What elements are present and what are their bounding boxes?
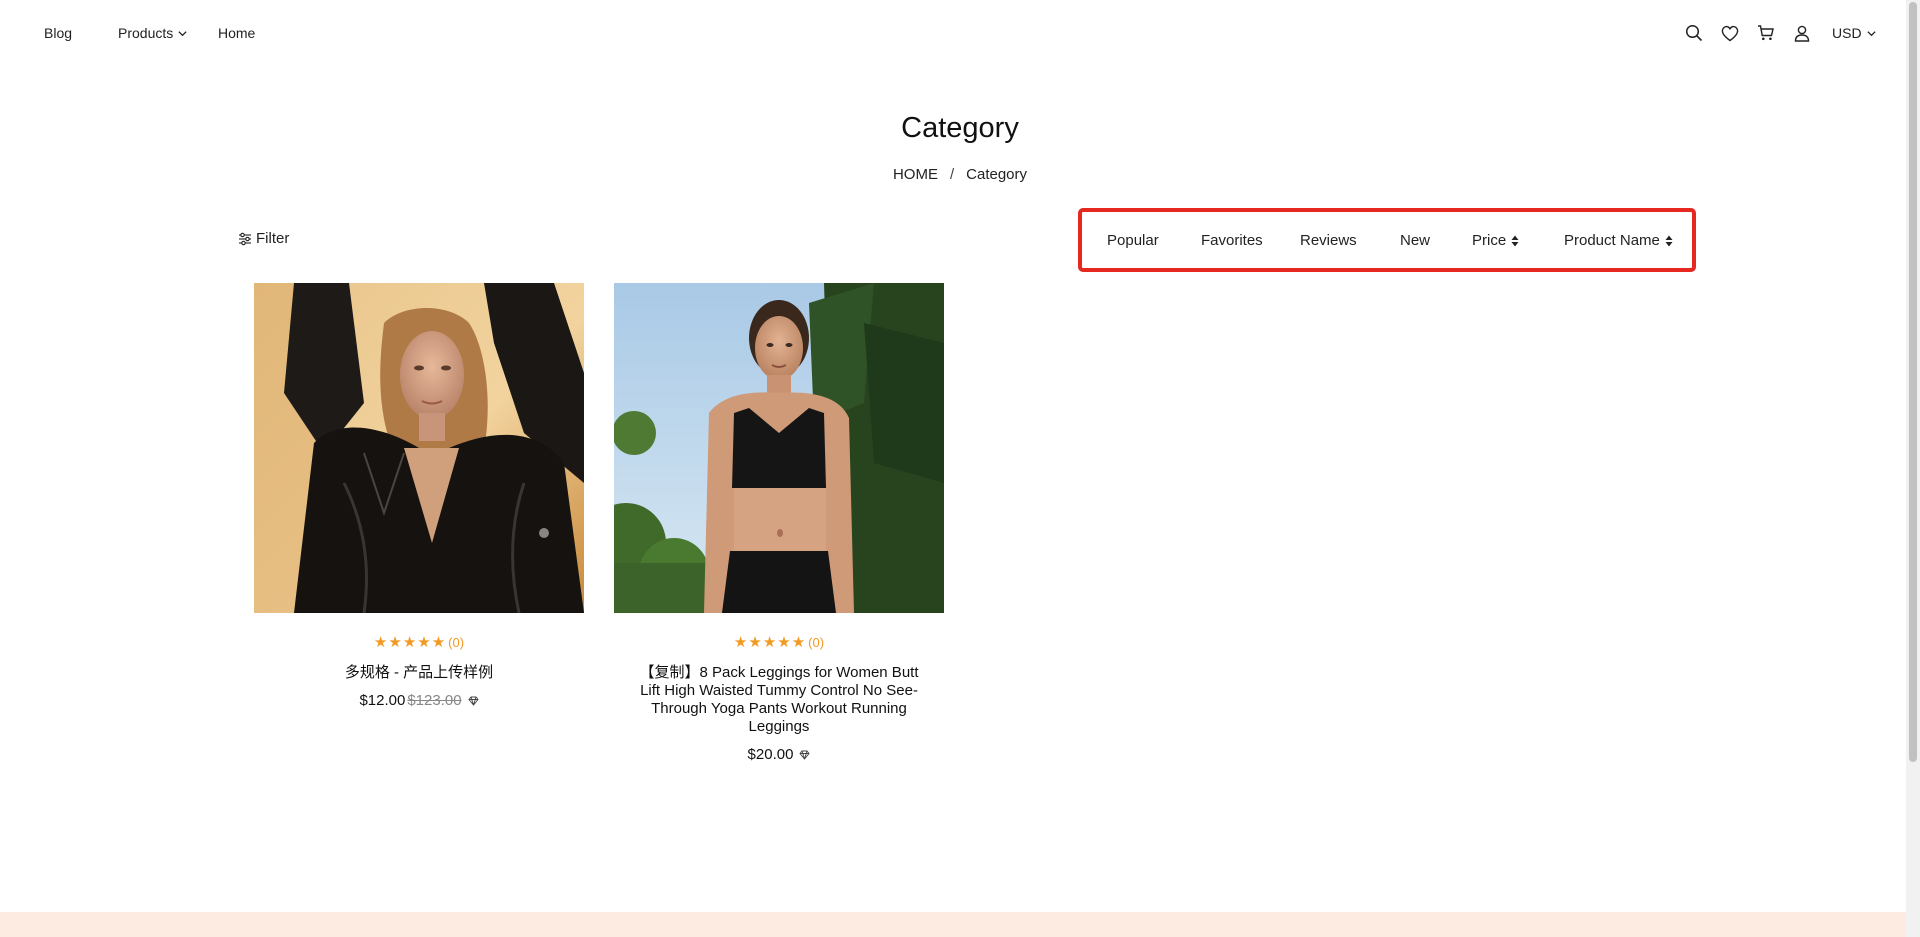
product-image-leggings[interactable] [614,283,944,613]
sort-price[interactable]: Price [1472,232,1519,250]
breadcrumb-current: Category [966,166,1028,183]
page-title: Category [901,112,1019,144]
sort-arrows-icon [1511,235,1519,247]
rating: ★★★★★ (0) [254,634,584,652]
rating-count: (0) [808,635,825,650]
original-price: $123.00 [407,692,462,709]
diamond-icon [467,696,479,706]
product-price: $20.00 [614,746,944,764]
star-icon: ★★★★★ [373,634,447,651]
product-image-leather-jacket[interactable] [254,283,584,613]
sort-favorites[interactable]: Favorites [1201,232,1263,250]
breadcrumb-home[interactable]: HOME [893,166,938,183]
sort-price-label: Price [1472,232,1507,249]
breadcrumb: HOME / Category [0,165,1920,185]
sort-reviews[interactable]: Reviews [1300,232,1357,250]
nav-products[interactable]: Products [118,24,188,42]
sort-product-name-label: Product Name [1564,232,1660,249]
sliders-icon [239,232,251,246]
scrollbar-thumb[interactable] [1909,2,1917,762]
currency-label: USD [1832,25,1862,41]
chevron-down-icon [1866,30,1876,36]
sort-product-name[interactable]: Product Name [1564,232,1673,250]
nav-home[interactable]: Home [218,24,255,42]
footer-band [0,912,1906,937]
user-icon[interactable] [1790,21,1814,45]
nav-blog[interactable]: Blog [44,24,72,42]
current-price: $20.00 [747,746,794,763]
product-price: $12.00 $123.00 [254,692,584,710]
cart-icon[interactable] [1754,21,1778,45]
site-header: Blog Products Home USD [0,0,1920,66]
breadcrumb-separator: / [949,166,955,183]
sort-bar: Popular Favorites Reviews New Price Prod… [1078,208,1696,272]
scrollbar[interactable] [1906,0,1920,937]
sort-new[interactable]: New [1400,232,1430,250]
sort-arrows-icon [1665,235,1673,247]
chevron-down-icon [178,30,187,36]
filter-label: Filter [256,230,290,247]
nav-products-label: Products [118,25,174,41]
search-icon[interactable] [1682,21,1706,45]
product-name[interactable]: 【复制】8 Pack Leggings for Women Butt Lift … [614,664,944,736]
product-card: ★★★★★ (0) 【复制】8 Pack Leggings for Women B… [614,283,944,764]
product-card: ★★★★★ (0) 多规格 - 产品上传样例 $12.00 $123.00 [254,283,584,710]
diamond-icon [799,750,811,760]
filter-button[interactable]: Filter [238,229,289,249]
current-price: $12.00 [359,692,406,709]
rating: ★★★★★ (0) [614,634,944,652]
heart-icon[interactable] [1718,21,1742,45]
sort-popular[interactable]: Popular [1107,232,1159,250]
rating-count: (0) [448,635,465,650]
product-name[interactable]: 多规格 - 产品上传样例 [254,664,584,682]
star-icon: ★★★★★ [733,634,807,651]
currency-selector[interactable]: USD [1832,24,1877,42]
